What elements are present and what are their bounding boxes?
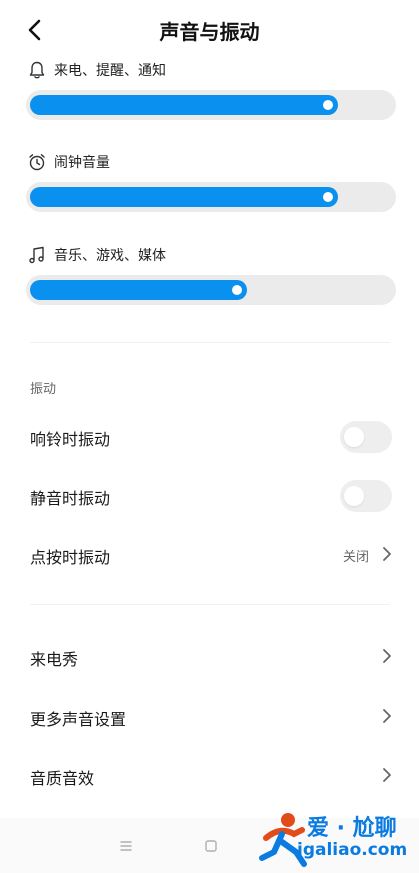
audio-quality-label: 音质音效 bbox=[30, 769, 95, 788]
igaliao-watermark: 爱 · 尬聊 igaliao.com bbox=[252, 804, 417, 868]
alarm-volume-knob[interactable] bbox=[323, 192, 333, 202]
bell-icon bbox=[26, 59, 48, 81]
menu-icon[interactable] bbox=[116, 836, 136, 856]
media-volume-label-row: 音乐、游戏、媒体 bbox=[26, 243, 396, 267]
silent-vibrate-row[interactable]: 静音时振动 bbox=[0, 467, 419, 525]
music-note-icon bbox=[26, 244, 48, 266]
sound-vibration-settings-page: 声音与振动 来电、提醒、通知 闹钟音量 音乐、游戏、媒体 振动 响铃时振动 静音… bbox=[0, 0, 419, 873]
divider bbox=[30, 342, 390, 343]
caller-show-label: 来电秀 bbox=[30, 650, 79, 669]
watermark-chinese-text: 爱 · 尬聊 bbox=[307, 816, 397, 841]
chevron-right-icon bbox=[383, 768, 391, 782]
media-volume-knob[interactable] bbox=[232, 285, 242, 295]
alarm-clock-icon bbox=[26, 151, 48, 173]
alarm-volume-fill bbox=[30, 187, 338, 207]
more-sound-settings-row[interactable]: 更多声音设置 bbox=[0, 688, 419, 746]
watermark-domain-text: igaliao.com bbox=[297, 840, 408, 860]
caller-show-row[interactable]: 来电秀 bbox=[0, 628, 419, 686]
media-volume-fill bbox=[30, 280, 247, 300]
alarm-volume-label-row: 闹钟音量 bbox=[26, 150, 396, 174]
touch-vibrate-label: 点按时振动 bbox=[30, 548, 111, 567]
ring-vibrate-label: 响铃时振动 bbox=[30, 430, 111, 449]
silent-vibrate-label: 静音时振动 bbox=[30, 489, 111, 508]
ring-volume-knob[interactable] bbox=[323, 100, 333, 110]
divider bbox=[30, 604, 390, 605]
page-title: 声音与振动 bbox=[159, 20, 260, 44]
alarm-volume-section: 闹钟音量 bbox=[26, 150, 396, 212]
chevron-right-icon bbox=[383, 709, 391, 723]
ring-vibrate-row[interactable]: 响铃时振动 bbox=[0, 408, 419, 466]
ring-vibrate-toggle[interactable] bbox=[340, 421, 392, 453]
toggle-knob bbox=[344, 427, 364, 447]
home-icon[interactable] bbox=[201, 836, 221, 856]
media-volume-section: 音乐、游戏、媒体 bbox=[26, 243, 396, 305]
alarm-volume-slider[interactable] bbox=[26, 182, 396, 212]
ring-volume-fill bbox=[30, 95, 338, 115]
chevron-right-icon bbox=[383, 547, 391, 561]
ring-volume-section: 来电、提醒、通知 bbox=[26, 58, 396, 120]
chevron-right-icon bbox=[383, 649, 391, 663]
ring-volume-label-row: 来电、提醒、通知 bbox=[26, 58, 396, 82]
more-sound-settings-label: 更多声音设置 bbox=[30, 710, 127, 729]
vibration-section-title: 振动 bbox=[30, 382, 57, 397]
audio-quality-row[interactable]: 音质音效 bbox=[0, 747, 419, 805]
ring-volume-label: 来电、提醒、通知 bbox=[54, 63, 166, 79]
toggle-knob bbox=[344, 486, 364, 506]
alarm-volume-label: 闹钟音量 bbox=[54, 155, 110, 171]
silent-vibrate-toggle[interactable] bbox=[340, 480, 392, 512]
touch-vibrate-value: 关闭 bbox=[342, 550, 369, 565]
media-volume-slider[interactable] bbox=[26, 275, 396, 305]
media-volume-label: 音乐、游戏、媒体 bbox=[54, 248, 166, 264]
touch-vibrate-row[interactable]: 点按时振动 关闭 bbox=[0, 526, 419, 584]
ring-volume-slider[interactable] bbox=[26, 90, 396, 120]
header: 声音与振动 bbox=[0, 0, 419, 60]
